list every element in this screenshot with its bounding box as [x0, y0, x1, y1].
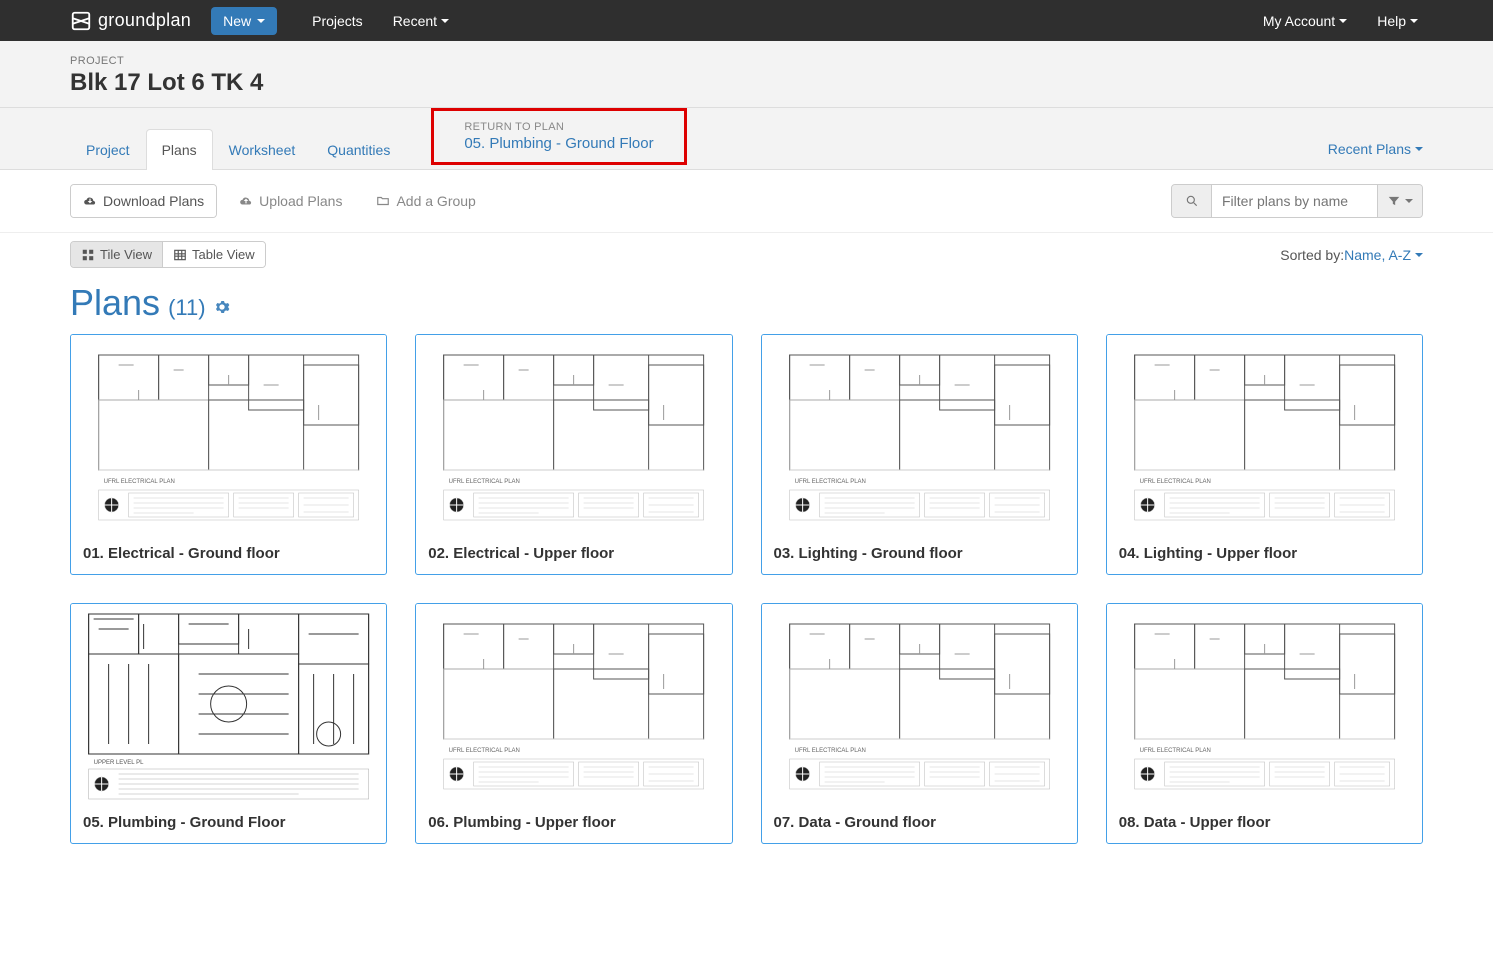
brand-text: groundplan — [98, 10, 191, 31]
svg-text:UFRL ELECTRICAL PLAN: UFRL ELECTRICAL PLAN — [104, 479, 175, 485]
plan-thumbnail: UFRL ELECTRICAL PLAN — [71, 335, 386, 535]
plan-tile[interactable]: UFRL ELECTRICAL PLAN 02. Electrical - Up… — [415, 334, 732, 575]
svg-text:UFRL ELECTRICAL PLAN: UFRL ELECTRICAL PLAN — [449, 479, 520, 485]
search-button[interactable] — [1172, 185, 1212, 217]
cloud-upload-icon — [239, 194, 253, 208]
caret-down-icon — [1415, 253, 1423, 257]
project-title: Blk 17 Lot 6 TK 4 — [70, 69, 1423, 97]
caret-down-icon — [1410, 19, 1418, 23]
svg-text:UFRL ELECTRICAL PLAN: UFRL ELECTRICAL PLAN — [794, 748, 865, 754]
plan-tile-title: 05. Plumbing - Ground Floor — [71, 804, 386, 843]
plan-thumbnail: UFRL ELECTRICAL PLAN — [1107, 335, 1422, 535]
plans-count: (11) — [168, 295, 206, 321]
plan-tiles-grid: UFRL ELECTRICAL PLAN 01. Electrical - Gr… — [0, 334, 1493, 874]
caret-down-icon — [441, 19, 449, 23]
grid-icon — [81, 248, 95, 262]
search-icon — [1185, 194, 1199, 208]
svg-text:UFRL ELECTRICAL PLAN: UFRL ELECTRICAL PLAN — [794, 479, 865, 485]
plan-thumbnail: UFRL ELECTRICAL PLAN — [762, 335, 1077, 535]
project-header: PROJECT Blk 17 Lot 6 TK 4 — [0, 41, 1493, 108]
svg-text:UFRL ELECTRICAL PLAN: UFRL ELECTRICAL PLAN — [449, 748, 520, 754]
sort-dropdown[interactable]: Name, A-Z — [1344, 247, 1423, 263]
plan-tile-title: 06. Plumbing - Upper floor — [416, 804, 731, 843]
plan-tile[interactable]: UFRL ELECTRICAL PLAN 07. Data - Ground f… — [761, 603, 1078, 844]
plan-tile-title: 03. Lighting - Ground floor — [762, 535, 1077, 574]
brand-logo-icon — [70, 10, 92, 32]
table-view-button[interactable]: Table View — [162, 242, 265, 267]
plan-tile[interactable]: UFRL ELECTRICAL PLAN 03. Lighting - Grou… — [761, 334, 1078, 575]
new-button[interactable]: New — [211, 7, 277, 35]
plans-heading: Plans (11) — [0, 276, 1493, 334]
filter-icon — [1387, 194, 1401, 208]
caret-down-icon — [1405, 199, 1413, 203]
plan-tile-title: 01. Electrical - Ground floor — [71, 535, 386, 574]
folder-icon — [376, 194, 390, 208]
caret-down-icon — [257, 19, 265, 23]
return-label: RETURN TO PLAN — [464, 121, 653, 133]
tab-worksheet[interactable]: Worksheet — [213, 129, 312, 170]
plan-tile[interactable]: UFRL ELECTRICAL PLAN 06. Plumbing - Uppe… — [415, 603, 732, 844]
table-icon — [173, 248, 187, 262]
filter-dropdown-button[interactable] — [1377, 185, 1422, 217]
tab-bar: Project Plans Worksheet Quantities RETUR… — [0, 108, 1493, 170]
cloud-download-icon — [83, 194, 97, 208]
caret-down-icon — [1339, 19, 1347, 23]
download-plans-button[interactable]: Download Plans — [71, 185, 216, 217]
plans-toolbar: Download Plans Upload Plans Add a Group — [0, 170, 1493, 233]
sort-label: Sorted by: — [1280, 247, 1344, 263]
tab-quantities[interactable]: Quantities — [311, 129, 406, 170]
plan-thumbnail: UFRL ELECTRICAL PLAN — [762, 604, 1077, 804]
plan-tile[interactable]: UFRL ELECTRICAL PLAN 04. Lighting - Uppe… — [1106, 334, 1423, 575]
svg-text:UFRL ELECTRICAL PLAN: UFRL ELECTRICAL PLAN — [1139, 748, 1210, 754]
filter-search-group — [1171, 184, 1423, 218]
nav-projects[interactable]: Projects — [297, 3, 378, 39]
nav-help[interactable]: Help — [1362, 3, 1433, 39]
recent-plans-dropdown[interactable]: Recent Plans — [1328, 129, 1423, 169]
caret-down-icon — [1415, 147, 1423, 151]
tab-plans[interactable]: Plans — [146, 129, 213, 170]
plan-tile-title: 04. Lighting - Upper floor — [1107, 535, 1422, 574]
brand-logo-link[interactable]: groundplan — [70, 10, 191, 32]
plan-tile[interactable]: UFRL ELECTRICAL PLAN 01. Electrical - Gr… — [70, 334, 387, 575]
svg-text:UPPER LEVEL PL: UPPER LEVEL PL — [94, 760, 144, 766]
project-label: PROJECT — [70, 55, 1423, 67]
plan-thumbnail: UPPER LEVEL PL — [71, 604, 386, 804]
return-plan-link[interactable]: 05. Plumbing - Ground Floor — [464, 135, 653, 152]
nav-my-account[interactable]: My Account — [1248, 3, 1362, 39]
plan-thumbnail: UFRL ELECTRICAL PLAN — [416, 335, 731, 535]
filter-plans-input[interactable] — [1212, 185, 1377, 217]
tile-view-button[interactable]: Tile View — [71, 242, 162, 267]
plan-tile[interactable]: UPPER LEVEL PL 05. Plumbing - Ground Flo… — [70, 603, 387, 844]
tab-project[interactable]: Project — [70, 129, 146, 170]
view-sort-row: Tile View Table View Sorted by: Name, A-… — [0, 233, 1493, 276]
plan-tile-title: 02. Electrical - Upper floor — [416, 535, 731, 574]
plan-tile-title: 07. Data - Ground floor — [762, 804, 1077, 843]
return-to-plan-callout: RETURN TO PLAN 05. Plumbing - Ground Flo… — [431, 108, 686, 165]
plans-title-link[interactable]: Plans — [70, 282, 160, 324]
plans-settings-button[interactable] — [214, 299, 230, 315]
top-navbar: groundplan New Projects Recent My Accoun… — [0, 0, 1493, 41]
plan-thumbnail: UFRL ELECTRICAL PLAN — [416, 604, 731, 804]
svg-text:UFRL ELECTRICAL PLAN: UFRL ELECTRICAL PLAN — [1139, 479, 1210, 485]
gear-icon — [214, 299, 230, 315]
plan-thumbnail: UFRL ELECTRICAL PLAN — [1107, 604, 1422, 804]
plan-tile[interactable]: UFRL ELECTRICAL PLAN 08. Data - Upper fl… — [1106, 603, 1423, 844]
nav-recent[interactable]: Recent — [378, 3, 464, 39]
add-group-button[interactable]: Add a Group — [364, 185, 487, 217]
plan-tile-title: 08. Data - Upper floor — [1107, 804, 1422, 843]
upload-plans-button[interactable]: Upload Plans — [227, 185, 354, 217]
